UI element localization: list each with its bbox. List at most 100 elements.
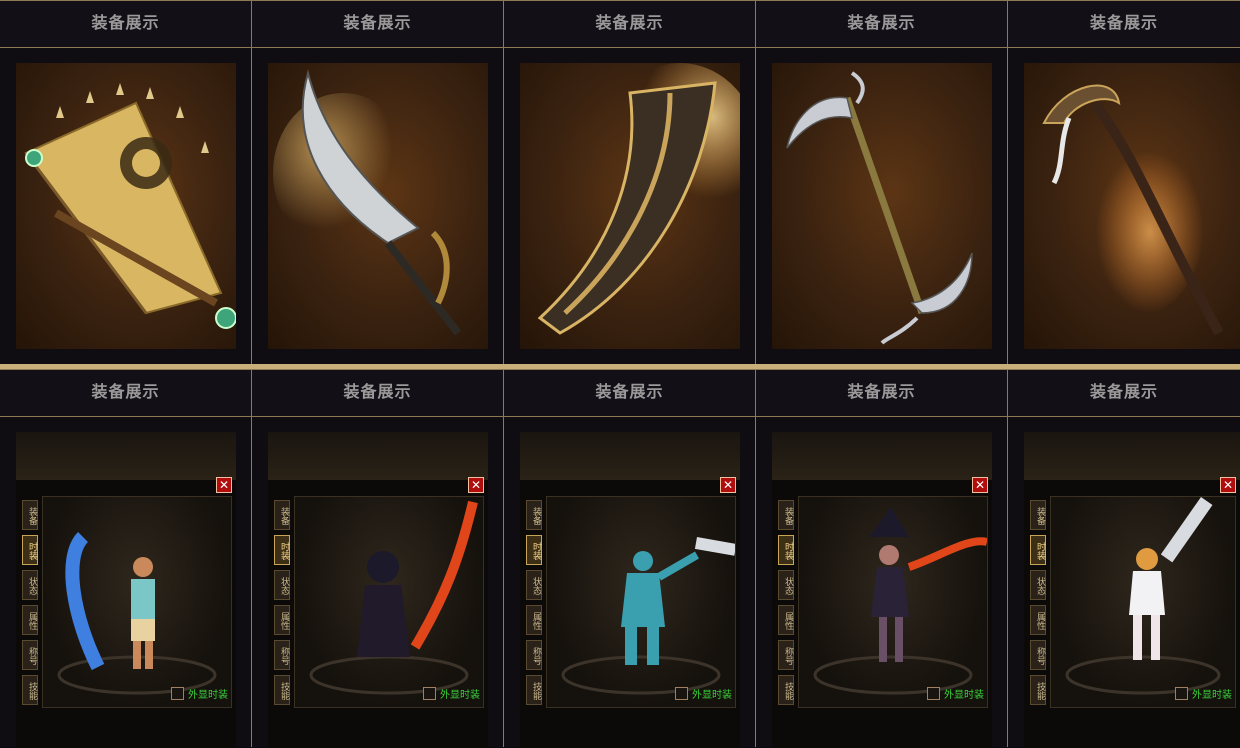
cell-title: 装备展示 <box>1008 370 1240 417</box>
witch-flame-character-icon <box>813 507 987 695</box>
panel-ornament <box>268 432 488 480</box>
tab-skills[interactable]: 技能 <box>778 675 794 705</box>
tab-attributes[interactable]: 属性 <box>526 605 542 635</box>
tab-equipment[interactable]: 装备 <box>778 500 794 530</box>
curved-blade-icon <box>273 69 462 336</box>
cell-title: 装备展示 <box>0 1 251 48</box>
tab-fashion[interactable]: 时装 <box>274 535 290 565</box>
tab-status[interactable]: 状态 <box>1030 570 1046 600</box>
tab-skills[interactable]: 技能 <box>526 675 542 705</box>
weapon-image <box>520 63 740 349</box>
panel-ornament <box>16 432 236 480</box>
show-fashion-checkbox[interactable] <box>171 687 184 700</box>
character-panel: ✕ 装备 时装 状态 属性 称号 技能 外显时装 <box>772 432 992 748</box>
show-fashion-label: 外显时装 <box>944 690 984 701</box>
weapon-cell[interactable]: 装备展示 <box>756 0 1008 366</box>
tab-status[interactable]: 状态 <box>526 570 542 600</box>
nurse-syringe-character-icon <box>1065 497 1221 695</box>
weapon-cell[interactable]: 装备展示 <box>252 0 504 366</box>
broad-sword-icon <box>537 63 740 335</box>
character-cell[interactable]: 装备展示 ✕ 装备 时装 状态 属性 称号 技能 外显时装 <box>252 369 504 748</box>
show-fashion-checkbox[interactable] <box>927 687 940 700</box>
double-scythe-icon <box>786 71 973 345</box>
tab-skills[interactable]: 技能 <box>22 675 38 705</box>
character-cell[interactable]: 装备展示 ✕ 装备 时装 状态 属性 称号 技能 外显时装 <box>504 369 756 748</box>
show-fashion-checkbox[interactable] <box>1175 687 1188 700</box>
close-button[interactable]: ✕ <box>720 477 736 493</box>
character-stage <box>294 496 484 708</box>
tab-title[interactable]: 称号 <box>526 640 542 670</box>
cell-title: 装备展示 <box>504 370 755 417</box>
close-button[interactable]: ✕ <box>468 477 484 493</box>
panel-ornament <box>1024 432 1240 480</box>
tab-title[interactable]: 称号 <box>274 640 290 670</box>
equipment-showcase-grid: 装备展示 装备展示 装备展示 装备展示 装备展示 装备展示 ✕ 装备 时装 状态… <box>0 0 1240 748</box>
weapon-image <box>772 63 992 349</box>
side-tabs: 装备 时装 状态 属性 称号 技能 <box>22 500 40 710</box>
cell-title: 装备展示 <box>0 370 251 417</box>
show-fashion-checkbox[interactable] <box>423 687 436 700</box>
tab-attributes[interactable]: 属性 <box>274 605 290 635</box>
syringe-doctor-character-icon <box>561 537 735 695</box>
panel-ornament <box>772 432 992 480</box>
weapon-cell[interactable]: 装备展示 <box>0 0 252 366</box>
character-cell[interactable]: 装备展示 ✕ 装备 时装 状态 属性 称号 技能 外显时装 <box>0 369 252 748</box>
character-panel: ✕ 装备 时装 状态 属性 称号 技能 外显时装 <box>16 432 236 748</box>
character-row: 装备展示 ✕ 装备 时装 状态 属性 称号 技能 外显时装 装备展示 ✕ 装备 … <box>0 369 1240 748</box>
tab-attributes[interactable]: 属性 <box>778 605 794 635</box>
character-panel: ✕ 装备 时装 状态 属性 称号 技能 外显时装 <box>268 432 488 748</box>
panel-ornament <box>520 432 740 480</box>
character-stage <box>1050 496 1236 708</box>
side-tabs: 装备 时装 状态 属性 称号 技能 <box>526 500 544 710</box>
tab-title[interactable]: 称号 <box>778 640 794 670</box>
show-fashion-toggle[interactable]: 外显时装 <box>927 686 984 701</box>
flame-blade-character-icon <box>309 500 478 695</box>
tab-fashion[interactable]: 时装 <box>526 535 542 565</box>
tab-fashion[interactable]: 时装 <box>778 535 794 565</box>
close-button[interactable]: ✕ <box>972 477 988 493</box>
character-stage <box>42 496 232 708</box>
tab-fashion[interactable]: 时装 <box>1030 535 1046 565</box>
tab-fashion[interactable]: 时装 <box>22 535 38 565</box>
tab-equipment[interactable]: 装备 <box>274 500 290 530</box>
tab-status[interactable]: 状态 <box>274 570 290 600</box>
show-fashion-label: 外显时装 <box>692 690 732 701</box>
tab-status[interactable]: 状态 <box>778 570 794 600</box>
weapon-row: 装备展示 装备展示 装备展示 装备展示 装备展示 <box>0 0 1240 366</box>
character-cell[interactable]: 装备展示 ✕ 装备 时装 状态 属性 称号 技能 外显时装 <box>1008 369 1240 748</box>
weapon-cell[interactable]: 装备展示 <box>1008 0 1240 366</box>
side-tabs: 装备 时装 状态 属性 称号 技能 <box>778 500 796 710</box>
character-panel: ✕ 装备 时装 状态 属性 称号 技能 外显时装 <box>520 432 740 748</box>
show-fashion-toggle[interactable]: 外显时装 <box>1175 686 1232 701</box>
tab-skills[interactable]: 技能 <box>1030 675 1046 705</box>
dragon-staff-icon <box>1042 84 1224 336</box>
cell-title: 装备展示 <box>756 370 1007 417</box>
close-button[interactable]: ✕ <box>1220 477 1236 493</box>
show-fashion-toggle[interactable]: 外显时装 <box>423 686 480 701</box>
tab-skills[interactable]: 技能 <box>274 675 290 705</box>
tab-equipment[interactable]: 装备 <box>22 500 38 530</box>
tab-attributes[interactable]: 属性 <box>1030 605 1046 635</box>
weapon-cell[interactable]: 装备展示 <box>504 0 756 366</box>
show-fashion-toggle[interactable]: 外显时装 <box>171 686 228 701</box>
show-fashion-label: 外显时装 <box>1192 690 1232 701</box>
tab-status[interactable]: 状态 <box>22 570 38 600</box>
tab-equipment[interactable]: 装备 <box>526 500 542 530</box>
side-tabs: 装备 时装 状态 属性 称号 技能 <box>274 500 292 710</box>
tab-equipment[interactable]: 装备 <box>1030 500 1046 530</box>
show-fashion-toggle[interactable]: 外显时装 <box>675 686 732 701</box>
cell-title: 装备展示 <box>756 1 1007 48</box>
weapon-image <box>268 63 488 349</box>
tab-attributes[interactable]: 属性 <box>22 605 38 635</box>
close-button[interactable]: ✕ <box>216 477 232 493</box>
weapon-image <box>1024 63 1240 349</box>
cell-title: 装备展示 <box>252 370 503 417</box>
tab-title[interactable]: 称号 <box>1030 640 1046 670</box>
tab-title[interactable]: 称号 <box>22 640 38 670</box>
character-stage <box>546 496 736 708</box>
show-fashion-checkbox[interactable] <box>675 687 688 700</box>
folding-fan-icon <box>24 83 236 329</box>
character-cell[interactable]: 装备展示 ✕ 装备 时装 状态 属性 称号 技能 外显时装 <box>756 369 1008 748</box>
show-fashion-label: 外显时装 <box>188 690 228 701</box>
cell-title: 装备展示 <box>1008 1 1240 48</box>
